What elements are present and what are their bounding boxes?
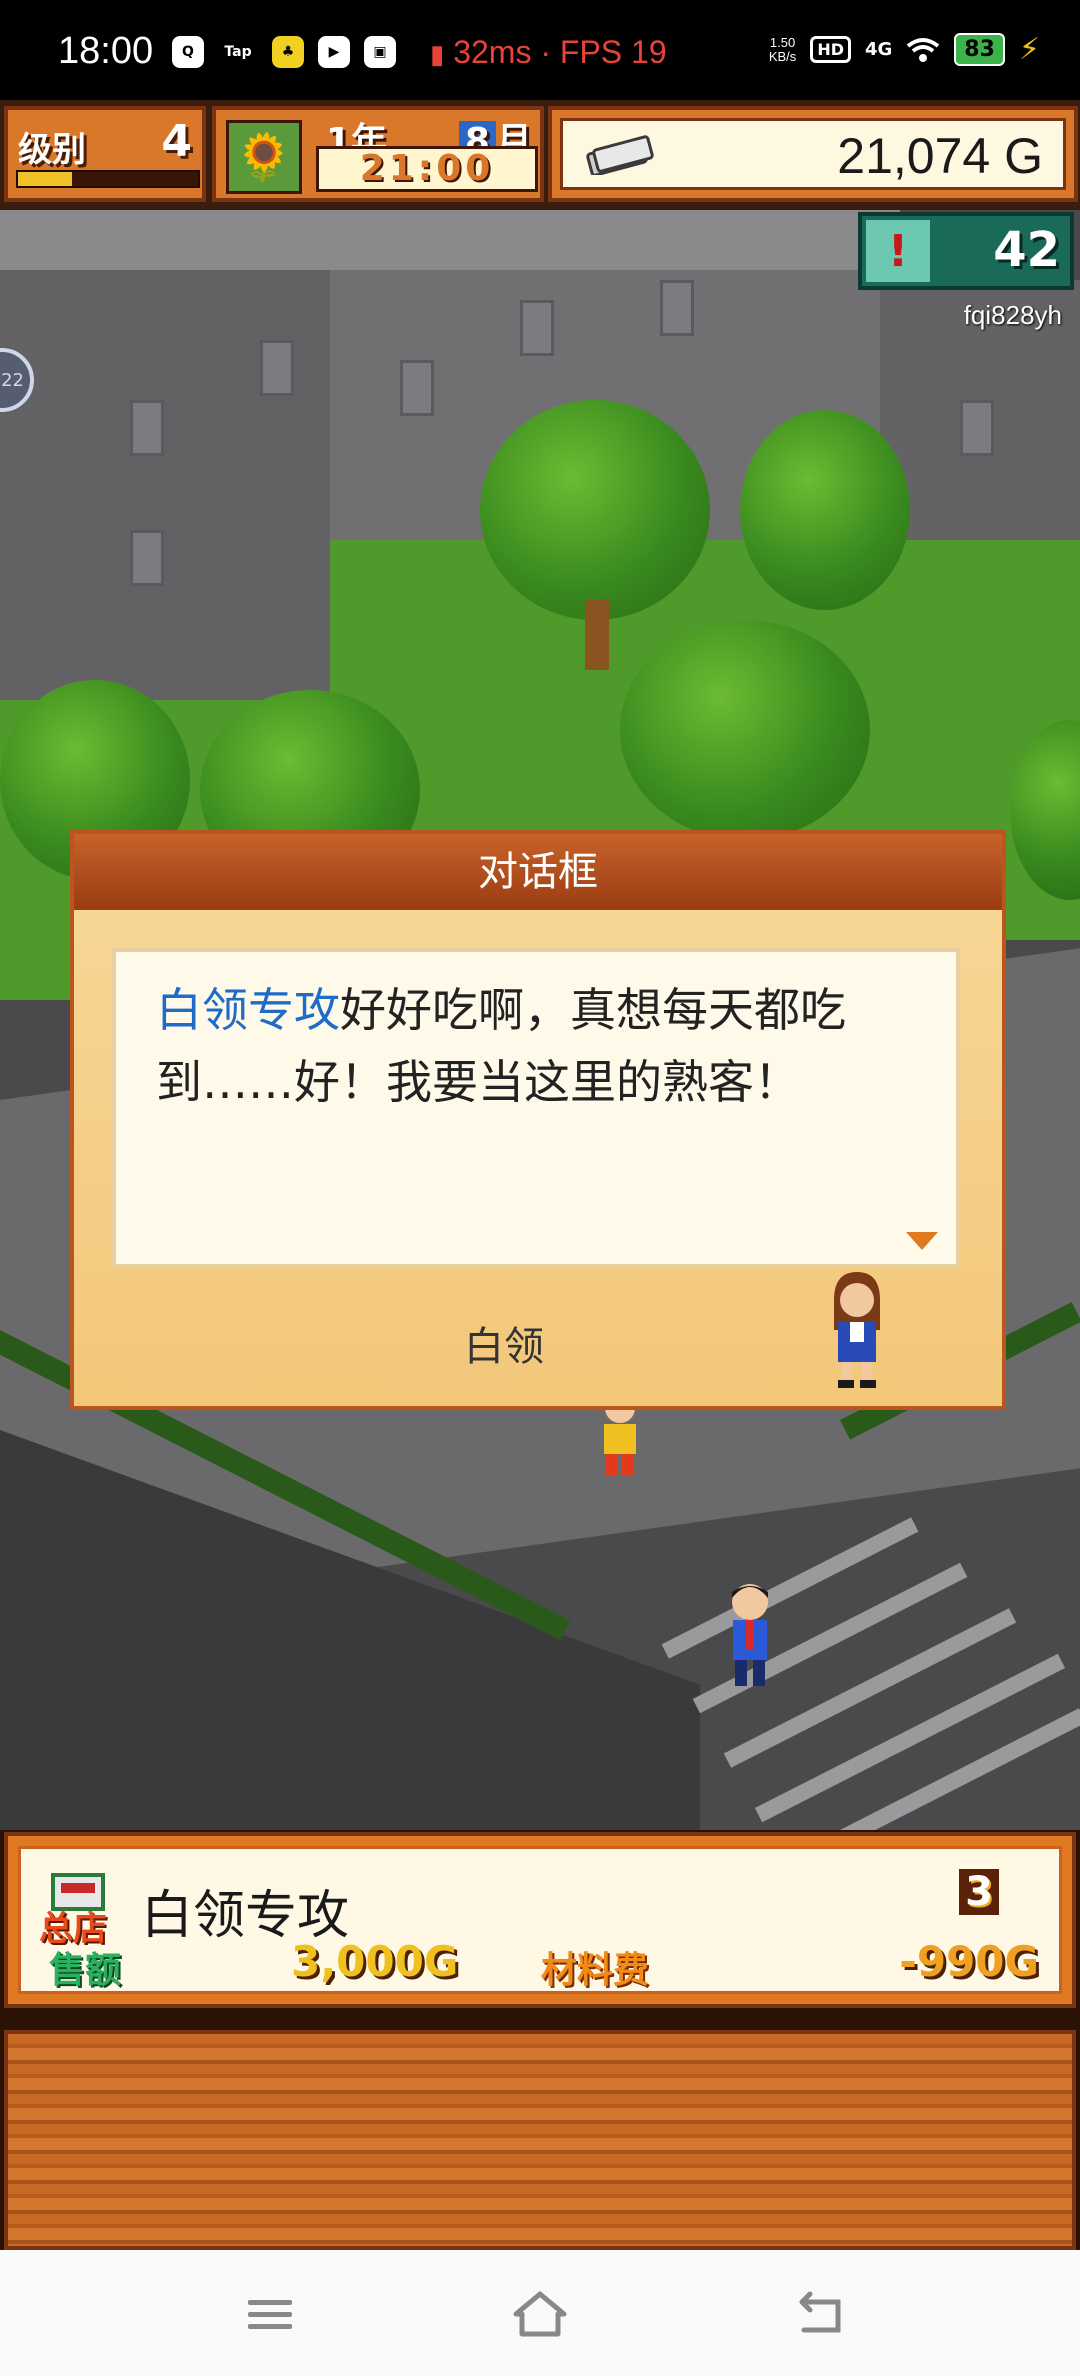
level-progress-bar	[16, 170, 200, 188]
dialog-title: 对话框	[478, 849, 598, 895]
exclamation-alert-icon: !	[866, 220, 930, 282]
dialog-header: 对话框	[74, 834, 1002, 910]
battery-indicator: 83	[954, 33, 1005, 66]
continue-arrow-icon[interactable]	[906, 1232, 938, 1250]
taptap-app-icon: Tap	[218, 36, 258, 68]
level-progress-fill	[18, 172, 72, 186]
net-speed: 1.50 KB/s	[768, 34, 797, 64]
level-panel[interactable]: 级别 4	[4, 106, 206, 202]
latency-fps-text: 32ms · FPS 19	[453, 34, 667, 70]
home-icon[interactable]	[510, 2286, 570, 2342]
window	[660, 280, 694, 336]
back-icon[interactable]	[790, 2286, 850, 2342]
net-speed-value: 1.50	[769, 34, 796, 50]
level-label: 级别	[18, 130, 86, 170]
net-speed-unit: KB/s	[768, 48, 797, 64]
video-app-icon: ▣	[364, 36, 396, 68]
money-panel[interactable]: 21,074 G	[548, 106, 1078, 202]
message-shop-name: 白领专攻	[156, 983, 340, 1037]
shop-card-inner: 总店 白领专攻 3 售额 3,000G 材料费 -990G	[18, 1846, 1062, 1994]
shop-info-panel: 总店 白领专攻 3 售额 3,000G 材料费 -990G	[0, 1830, 1080, 2250]
alert-counter[interactable]: ! 42	[858, 212, 1074, 290]
material-cost-label: 材料费	[541, 1950, 650, 1991]
system-nav-bar	[0, 2250, 1080, 2376]
signal-bars-icon: ▮	[430, 39, 445, 69]
username-label: fqi828yh	[963, 300, 1062, 330]
dialog-message[interactable]: 白领专攻好好吃啊，真想每天都吃到……好！我要当这里的熟客！	[112, 948, 960, 1268]
window	[400, 360, 434, 416]
fps-indicator: ▮ 32ms · FPS 19	[430, 34, 667, 71]
alert-count: 42	[993, 222, 1060, 278]
qq-app-icon: Q	[172, 36, 204, 68]
wifi-icon	[907, 37, 940, 62]
tree-trunk	[585, 600, 609, 670]
window	[130, 530, 164, 586]
hd-badge: HD	[810, 36, 851, 63]
material-cost-value: -990G	[899, 1937, 1039, 1986]
wood-panel	[4, 2030, 1076, 2250]
sales-label: 售额	[49, 1950, 122, 1991]
window	[260, 340, 294, 396]
shop-rank: 3	[959, 1869, 999, 1915]
menu-icon[interactable]	[240, 2286, 300, 2342]
status-app-icons: Q Tap ♣ ▶ ▣	[172, 36, 396, 68]
speaker-name: 白领	[464, 1324, 544, 1370]
status-right-group: 1.50 KB/s HD 4G 83 ⚡	[769, 32, 1040, 67]
window	[130, 400, 164, 456]
player-app-icon: ▶	[318, 36, 350, 68]
tree	[480, 400, 710, 620]
charging-bolt-icon: ⚡	[1018, 32, 1040, 67]
building-roof	[0, 210, 900, 270]
date-panel[interactable]: 🌻 1年 8月 21:00	[212, 106, 544, 202]
window	[520, 300, 554, 356]
customer-character[interactable]	[715, 1580, 785, 1690]
game-clock: 21:00	[316, 146, 538, 192]
shop-card[interactable]: 总店 白领专攻 3 售额 3,000G 材料费 -990G	[4, 1832, 1076, 2008]
status-bar: 18:00 Q Tap ♣ ▶ ▣ ▮ 32ms · FPS 19 1.50 K…	[0, 0, 1080, 100]
window	[960, 400, 994, 456]
money-bills-icon	[586, 135, 654, 175]
game-app-icon: ♣	[272, 36, 304, 68]
game-viewport[interactable]: 级别 4 🌻 1年 8月 21:00 21,074 G ! 42 fqi828y…	[0, 100, 1080, 2250]
money-display: 21,074 G	[560, 118, 1066, 190]
tree	[620, 620, 870, 840]
speaker-portrait	[834, 1272, 880, 1388]
sales-value: 3,000G	[291, 1937, 459, 1986]
money-amount: 21,074 G	[837, 128, 1043, 184]
network-type: 4G	[864, 39, 893, 60]
crosswalk-stripe	[661, 1517, 919, 1659]
status-time: 18:00	[58, 30, 154, 72]
tree	[740, 410, 910, 610]
top-hud: 级别 4 🌻 1年 8月 21:00 21,074 G	[0, 100, 1080, 210]
dialog-box[interactable]: 对话框 白领专攻好好吃啊，真想每天都吃到……好！我要当这里的熟客！ 白领	[70, 830, 1006, 1410]
sunflower-icon: 🌻	[226, 120, 302, 194]
level-value: 4	[161, 116, 192, 167]
